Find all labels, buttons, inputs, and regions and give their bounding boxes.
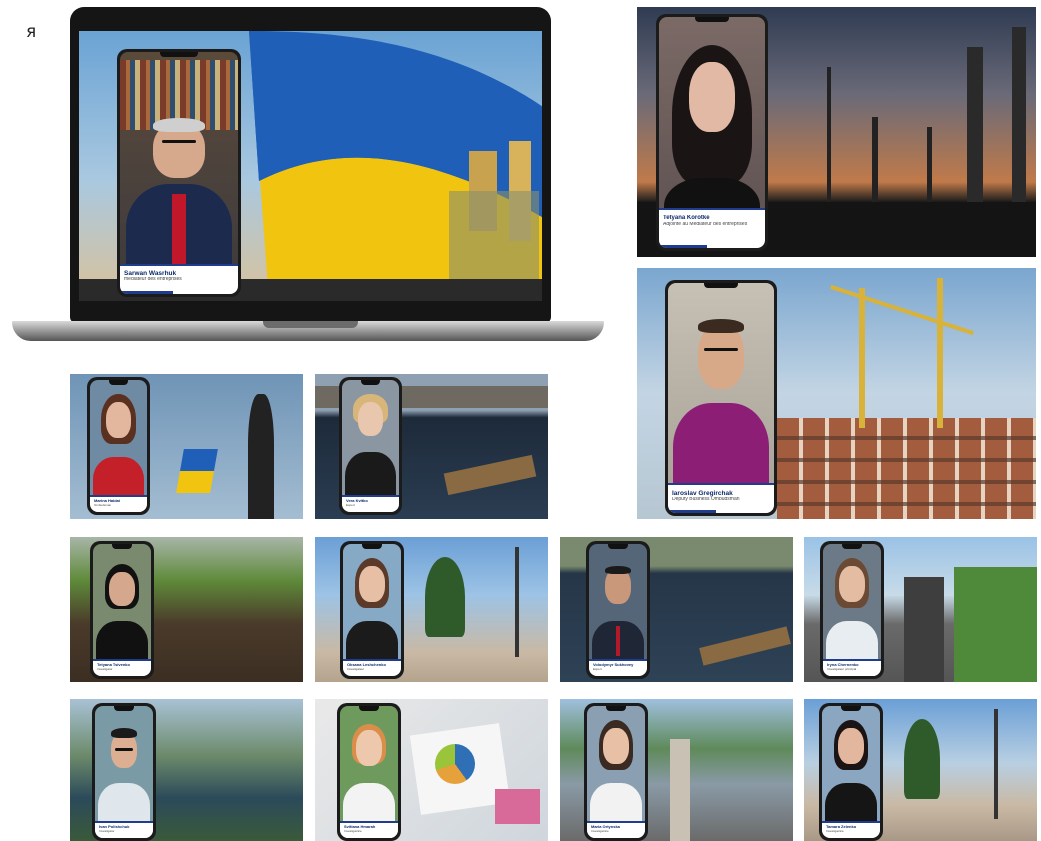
speaker-phone-frame: Iryna Chernenko Investigateur principal xyxy=(820,541,884,679)
video-tile[interactable]: Marina Haidai Ombudsman xyxy=(70,374,303,519)
speaker-phone-frame: Iaroslav Gregirchak Deputy Business Ombu… xyxy=(665,280,777,516)
speaker-phone-frame: Oksana Leshchenko Investigateur xyxy=(340,541,404,679)
video-tile[interactable]: Svitlana Hmarah Investigatrice xyxy=(315,699,548,841)
speaker-phone-frame: Tetyana Korotke Adjointe au Mediateur de… xyxy=(656,14,768,251)
speaker-role: Expert xyxy=(593,667,602,671)
speaker-phone-frame: Ivan Polishchuk Investigator xyxy=(92,703,156,841)
speaker-phone-frame: Svitlana Hmarah Investigatrice xyxy=(337,703,401,841)
speaker-role: Investigatrice xyxy=(591,829,609,833)
featured-video[interactable]: Sarwan Wasrhuk mediateur des entreprises xyxy=(79,31,542,301)
video-tile[interactable]: Volodymyr Sukhovey Expert xyxy=(560,537,793,682)
speaker-caption: Volodymyr Sukhovey Expert xyxy=(589,659,647,676)
speaker-caption: Svitlana Hmarah Investigatrice xyxy=(340,821,398,838)
speaker-name: Iaroslav Gregirchak xyxy=(672,490,733,497)
speaker-role: mediateur des entreprises xyxy=(124,277,182,283)
speaker-phone-frame: Tamara Zelenko Investigatrice xyxy=(819,703,883,841)
speaker-role: Ombudsman xyxy=(94,503,112,507)
speaker-role: Investigator xyxy=(97,667,113,671)
video-tile[interactable]: Ivan Polishchuk Investigator xyxy=(70,699,303,841)
video-tile[interactable]: Maria Ortynska Investigatrice xyxy=(560,699,793,841)
speaker-name: Tetyana Korotke xyxy=(663,215,710,221)
speaker-phone-frame: Tetyana Tsivenko Investigator xyxy=(90,541,154,679)
speaker-role: Investigateur principal xyxy=(827,667,857,671)
video-tile[interactable]: Tamara Zelenko Investigatrice xyxy=(804,699,1037,841)
speaker-role: Investigator xyxy=(99,829,115,833)
speaker-phone-frame: Volodymyr Sukhovey Expert xyxy=(586,541,650,679)
speaker-role: Deputy Business Ombudsman xyxy=(672,497,740,503)
speaker-caption: Maria Ortynska Investigatrice xyxy=(587,821,645,838)
speaker-phone-frame: Maria Ortynska Investigatrice xyxy=(584,703,648,841)
speaker-role: Adjointe au Mediateur des entreprises xyxy=(663,221,748,227)
video-tile[interactable]: Tetyana Tsivenko Investigator xyxy=(70,537,303,682)
corner-glyph: я xyxy=(26,22,37,42)
video-tile[interactable]: Tetyana Korotke Adjointe au Mediateur de… xyxy=(637,7,1036,257)
laptop-mockup: Sarwan Wasrhuk mediateur des entreprises xyxy=(70,7,551,323)
speaker-phone-frame: Marina Haidai Ombudsman xyxy=(87,377,150,515)
video-tile[interactable]: Iryna Chernenko Investigateur principal xyxy=(804,537,1037,682)
speaker-role: Investigateur xyxy=(347,667,365,671)
speaker-caption: Marina Haidai Ombudsman xyxy=(90,495,147,512)
speaker-caption: Tamara Zelenko Investigatrice xyxy=(822,821,880,838)
speaker-role: Investigatrice xyxy=(826,829,844,833)
speaker-phone-frame: Sarwan Wasrhuk mediateur des entreprises xyxy=(117,49,241,297)
speaker-caption: Tetyana Korotke Adjointe au Mediateur de… xyxy=(659,208,765,248)
speaker-caption: Ivan Polishchuk Investigator xyxy=(95,821,153,838)
speaker-phone-frame: Vera Kvitko Expert xyxy=(339,377,402,515)
speaker-caption: Tetyana Tsivenko Investigator xyxy=(93,659,151,676)
speaker-name: Sarwan Wasrhuk xyxy=(124,270,177,277)
speaker-caption: Vera Kvitko Expert xyxy=(342,495,399,512)
video-tile[interactable]: Oksana Leshchenko Investigateur xyxy=(315,537,548,682)
video-tile[interactable]: Iaroslav Gregirchak Deputy Business Ombu… xyxy=(637,268,1036,519)
video-tile[interactable]: Vera Kvitko Expert xyxy=(315,374,548,519)
speaker-caption: Sarwan Wasrhuk mediateur des entreprises xyxy=(120,264,238,294)
speaker-role: Expert xyxy=(346,503,355,507)
speaker-caption: Oksana Leshchenko Investigateur xyxy=(343,659,401,676)
speaker-caption: Iaroslav Gregirchak Deputy Business Ombu… xyxy=(668,483,774,513)
speaker-caption: Iryna Chernenko Investigateur principal xyxy=(823,659,881,676)
speaker-role: Investigatrice xyxy=(344,829,362,833)
